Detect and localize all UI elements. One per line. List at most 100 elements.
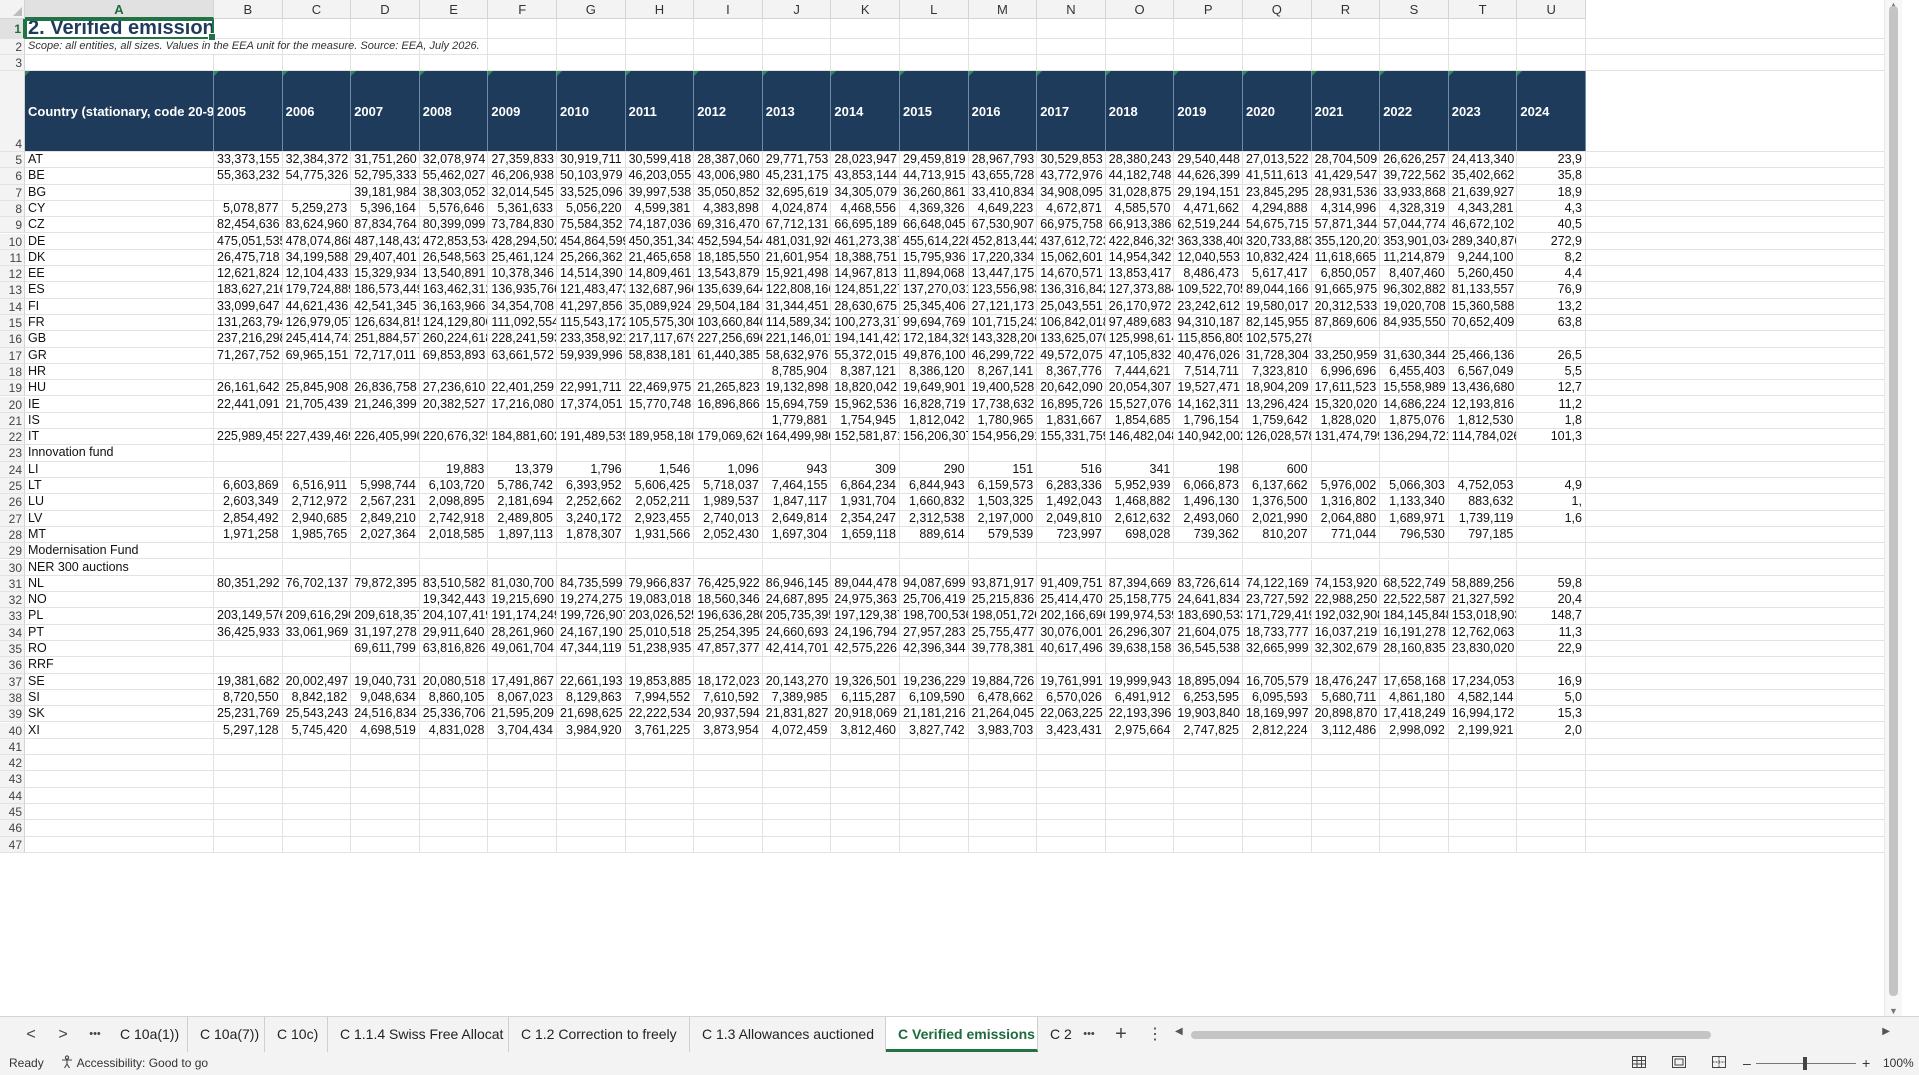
cell[interactable]: 76,702,137 — [283, 575, 352, 592]
cell[interactable] — [557, 363, 626, 380]
cell[interactable]: 20,898,870 — [1312, 706, 1381, 722]
cell[interactable]: 28,261,960 — [488, 624, 557, 640]
cell[interactable]: 55,372,015 — [831, 347, 900, 363]
cell[interactable]: 30,919,711 — [557, 152, 626, 168]
cell[interactable]: 33,373,155 — [214, 152, 283, 168]
cell[interactable] — [831, 19, 900, 38]
cell[interactable]: 4,328,319 — [1380, 200, 1449, 217]
cell[interactable]: 25,266,362 — [557, 249, 626, 266]
cell[interactable]: 6,103,720 — [420, 478, 489, 494]
cell[interactable] — [1243, 771, 1312, 787]
cell[interactable]: 11,214,879 — [1380, 249, 1449, 266]
cell[interactable]: 797,185 — [1449, 526, 1518, 543]
cell[interactable] — [1380, 657, 1449, 673]
cell[interactable]: 883,632 — [1449, 494, 1518, 510]
cell[interactable]: 1,780,965 — [969, 412, 1038, 429]
cell[interactable]: 69,316,470 — [694, 217, 763, 233]
cell[interactable]: 5,259,273 — [283, 200, 352, 217]
cell[interactable] — [626, 657, 695, 673]
cell[interactable]: SK — [25, 706, 214, 722]
row-header[interactable]: 45 — [0, 804, 25, 821]
cell[interactable] — [1449, 755, 1518, 771]
cell[interactable]: 24,975,363 — [831, 592, 900, 608]
cell[interactable]: 20,054,307 — [1106, 380, 1175, 396]
cell[interactable] — [1312, 19, 1381, 38]
cell[interactable] — [1312, 461, 1381, 477]
cell[interactable] — [1037, 755, 1106, 771]
cell[interactable]: 46,203,055 — [626, 168, 695, 184]
cell[interactable]: 13,2 — [1517, 298, 1586, 314]
cell[interactable]: 8,486,473 — [1174, 266, 1243, 282]
column-header[interactable]: C — [282, 0, 352, 19]
cell[interactable] — [1312, 445, 1381, 461]
tab-sheet[interactable]: C 2 — [1038, 1017, 1076, 1052]
cell[interactable]: 49,061,704 — [488, 641, 557, 657]
cell[interactable]: 15,921,498 — [763, 266, 832, 282]
cell[interactable]: Country (stationary, code 20-99) — [25, 71, 214, 151]
cell[interactable]: 14,670,571 — [1037, 266, 1106, 282]
cell[interactable] — [1243, 755, 1312, 771]
cell[interactable]: 6,253,595 — [1174, 689, 1243, 706]
cell[interactable]: 35,8 — [1517, 168, 1586, 184]
cell[interactable]: 156,206,307 — [900, 429, 969, 445]
cell[interactable]: 209,618,357 — [351, 608, 420, 624]
cell[interactable]: 1,847,117 — [763, 494, 832, 510]
cell[interactable]: 203,026,525 — [626, 608, 695, 624]
cell[interactable]: 3,704,434 — [488, 722, 557, 738]
tab-sheet[interactable]: C Verified emissions — [886, 1017, 1038, 1052]
cell[interactable]: 2,027,364 — [351, 526, 420, 543]
cell[interactable]: 22,988,250 — [1312, 592, 1381, 608]
cell[interactable]: 1,796 — [557, 461, 626, 477]
column-header[interactable]: M — [968, 0, 1038, 19]
cell[interactable]: 26,475,718 — [214, 249, 283, 266]
cell[interactable] — [969, 820, 1038, 836]
cell[interactable] — [694, 412, 763, 429]
cell[interactable]: 54,675,715 — [1243, 217, 1312, 233]
cell[interactable]: 2019 — [1174, 71, 1243, 151]
cell[interactable]: 341 — [1106, 461, 1175, 477]
cell[interactable] — [1106, 657, 1175, 673]
cell[interactable]: 22,222,534 — [626, 706, 695, 722]
cell[interactable]: 11,894,068 — [900, 266, 969, 282]
cell[interactable]: Modernisation Fund — [25, 543, 214, 559]
cell[interactable] — [420, 412, 489, 429]
cell[interactable]: 454,864,599 — [557, 233, 626, 249]
cell[interactable]: 14,809,461 — [626, 266, 695, 282]
cell[interactable]: 20,312,533 — [1312, 298, 1381, 314]
cell[interactable] — [351, 820, 420, 836]
cell[interactable]: 26,161,642 — [214, 380, 283, 396]
cell[interactable]: 198,051,726 — [969, 608, 1038, 624]
cell[interactable] — [1243, 820, 1312, 836]
cell[interactable]: BG — [25, 184, 214, 200]
cell[interactable] — [1037, 836, 1106, 852]
cell[interactable]: 2016 — [968, 71, 1038, 151]
cell[interactable] — [1449, 543, 1518, 559]
cell[interactable]: 1,931,704 — [831, 494, 900, 510]
cell[interactable] — [900, 19, 969, 38]
cell[interactable] — [1174, 543, 1243, 559]
cell[interactable] — [1312, 55, 1381, 70]
cell[interactable]: 9,244,100 — [1449, 249, 1518, 266]
cell[interactable] — [351, 543, 420, 559]
cell[interactable] — [831, 543, 900, 559]
cell[interactable] — [351, 363, 420, 380]
cell[interactable]: 1,971,258 — [214, 526, 283, 543]
cell[interactable]: 42,575,226 — [831, 641, 900, 657]
vertical-scrollbar[interactable]: ▲ ▼ — [1884, 0, 1902, 1016]
row-header[interactable]: 5 — [0, 152, 25, 169]
cell[interactable]: 7,444,621 — [1106, 363, 1175, 380]
cell[interactable]: 6,567,049 — [1449, 363, 1518, 380]
cell[interactable]: 132,687,966 — [626, 282, 695, 298]
cell[interactable]: 13,540,891 — [420, 266, 489, 282]
cell[interactable]: 47,857,377 — [694, 641, 763, 657]
cell[interactable]: 47,344,119 — [557, 641, 626, 657]
cell[interactable] — [900, 820, 969, 836]
cell[interactable] — [488, 804, 557, 820]
cell[interactable]: 13,543,879 — [694, 266, 763, 282]
cell[interactable]: 24,641,834 — [1174, 592, 1243, 608]
cell[interactable]: 4,468,556 — [831, 200, 900, 217]
cell[interactable]: 1,828,020 — [1312, 412, 1381, 429]
cell[interactable]: 2017 — [1037, 71, 1106, 151]
cell[interactable]: 16,896,866 — [694, 396, 763, 412]
cell[interactable] — [1106, 19, 1175, 38]
